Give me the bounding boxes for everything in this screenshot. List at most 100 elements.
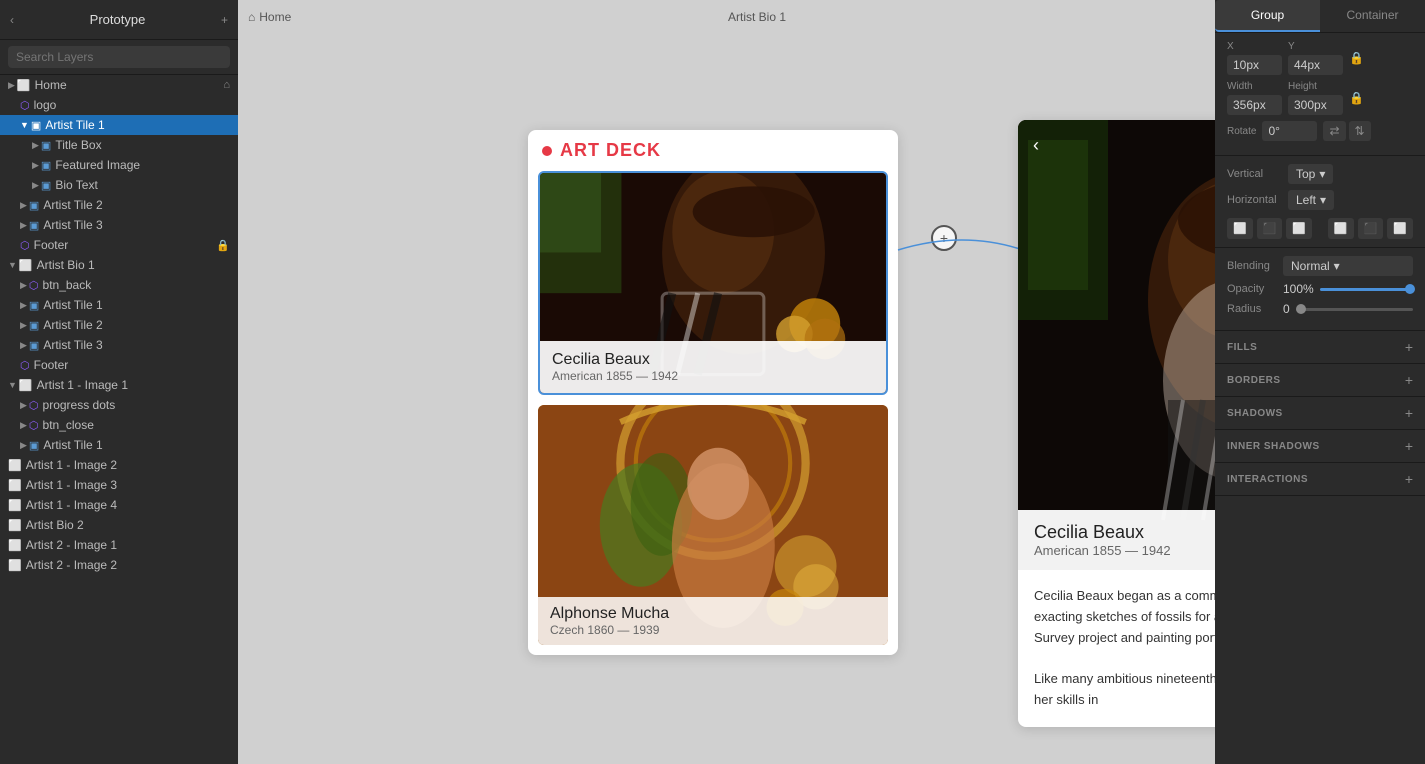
lock-xy-icon[interactable]: 🔒 (1349, 51, 1364, 65)
layer-item-featured-image[interactable]: ▶ ▣ Featured Image (0, 155, 238, 175)
lock-wh-icon[interactable]: 🔒 (1349, 91, 1364, 105)
blending-dropdown[interactable]: Normal ▾ (1283, 256, 1413, 276)
search-input[interactable] (8, 46, 230, 68)
align-bottom-button[interactable]: ⬜ (1387, 218, 1413, 239)
radius-label: Radius (1227, 303, 1277, 315)
add-fill-button[interactable]: + (1405, 339, 1413, 355)
tab-group[interactable]: Group (1215, 0, 1320, 32)
flip-vertical-button[interactable]: ⇅ (1349, 121, 1371, 141)
layer-item-btn-back[interactable]: ▶ ⬡ btn_back (0, 275, 238, 295)
layer-item-bio-text[interactable]: ▶ ▣ Bio Text (0, 175, 238, 195)
layer-item-btn-close[interactable]: ▶ ⬡ btn_close (0, 415, 238, 435)
rotate-input[interactable] (1262, 121, 1317, 141)
horizontal-value: Left (1296, 193, 1316, 207)
layer-label: Artist Bio 2 (26, 518, 84, 532)
art-deck-header: ART DECK (528, 130, 898, 171)
chevron-right-icon: ▶ (20, 200, 27, 211)
layer-item-logo[interactable]: ⬡ logo (0, 95, 238, 115)
chevron-down-icon: ▼ (20, 120, 29, 130)
layer-item-artist-tile-1c[interactable]: ▶ ▣ Artist Tile 1 (0, 435, 238, 455)
artist-card-2[interactable]: Alphonse Mucha Czech 1860 — 1939 (538, 405, 888, 645)
radius-value: 0 (1283, 302, 1290, 316)
layer-item-title-box[interactable]: ▶ ▣ Title Box (0, 135, 238, 155)
width-input[interactable] (1227, 95, 1282, 115)
layer-item-artist-tile-2b[interactable]: ▶ ▣ Artist Tile 2 (0, 315, 238, 335)
x-input[interactable] (1227, 55, 1282, 75)
back-button[interactable]: ‹ (1033, 135, 1039, 156)
add-border-button[interactable]: + (1405, 372, 1413, 388)
layer-item-home[interactable]: ▶ ⬜ Home ⌂ (0, 75, 238, 95)
radius-slider[interactable] (1296, 308, 1413, 311)
opacity-thumb (1405, 284, 1415, 294)
layer-item-artist-1-image-3[interactable]: ⬜ Artist 1 - Image 3 (0, 475, 238, 495)
layer-label: logo (34, 98, 57, 112)
align-center-h-button[interactable]: ⬛ (1257, 218, 1283, 239)
bio-paragraph-1: Cecilia Beaux began as a commercial arti… (1034, 586, 1215, 648)
breadcrumb-home: ⌂ Home (248, 10, 291, 24)
layer-label: Artist Tile 1 (43, 438, 102, 452)
opacity-slider[interactable] (1320, 288, 1413, 291)
breadcrumb-bio: Artist Bio 1 (728, 10, 786, 24)
layer-label: progress dots (43, 398, 116, 412)
artist-info-2: Czech 1860 — 1939 (550, 623, 876, 637)
layer-label: Artist Tile 1 (45, 118, 104, 132)
add-inner-shadow-button[interactable]: + (1405, 438, 1413, 454)
horizontal-dropdown[interactable]: Left ▾ (1288, 190, 1334, 210)
layer-item-artist-bio-2[interactable]: ⬜ Artist Bio 2 (0, 515, 238, 535)
artist-name-1: Cecilia Beaux (552, 351, 874, 369)
layer-item-artist-tile-3b[interactable]: ▶ ▣ Artist Tile 3 (0, 335, 238, 355)
add-page-icon[interactable]: + (221, 13, 228, 27)
layer-item-artist-tile-1b[interactable]: ▶ ▣ Artist Tile 1 (0, 295, 238, 315)
folder-icon: ▣ (41, 159, 51, 172)
layer-item-artist-1-image-2[interactable]: ⬜ Artist 1 - Image 2 (0, 455, 238, 475)
layer-item-artist-bio-1[interactable]: ▼ ⬜ Artist Bio 1 (0, 255, 238, 275)
bio-artist-name: Cecilia Beaux (1034, 522, 1215, 543)
y-input[interactable] (1288, 55, 1343, 75)
art-deck-title: ART DECK (560, 140, 661, 161)
layer-item-footer-bio[interactable]: ⬡ Footer (0, 355, 238, 375)
layer-item-footer-home[interactable]: ⬡ Footer 🔒 (0, 235, 238, 255)
align-center-v-button[interactable]: ⬛ (1358, 218, 1384, 239)
layer-label: Footer (34, 238, 69, 252)
layer-item-progress-dots[interactable]: ▶ ⬡ progress dots (0, 395, 238, 415)
red-dot (542, 146, 552, 156)
add-interaction-button[interactable]: + (1405, 471, 1413, 487)
vertical-label: Vertical (1227, 168, 1282, 180)
layer-item-artist-tile-3[interactable]: ▶ ▣ Artist Tile 3 (0, 215, 238, 235)
breadcrumb-label: Artist Bio 1 (728, 10, 786, 24)
layer-item-artist-2-image-1[interactable]: ⬜ Artist 2 - Image 1 (0, 535, 238, 555)
chevron-down-icon: ▼ (8, 260, 17, 270)
layer-label: Artist Tile 2 (43, 318, 102, 332)
layer-label: Bio Text (55, 178, 97, 192)
align-right-button[interactable]: ⬜ (1286, 218, 1312, 239)
vertical-dropdown[interactable]: Top ▾ (1288, 164, 1333, 184)
align-top-button[interactable]: ⬜ (1328, 218, 1354, 239)
page-icon: ⬜ (19, 259, 33, 272)
artist-card-1[interactable]: Cecilia Beaux American 1855 — 1942 (538, 171, 888, 395)
align-left-button[interactable]: ⬜ (1227, 218, 1253, 239)
shadows-label: SHADOWS (1227, 408, 1283, 419)
height-input[interactable] (1288, 95, 1343, 115)
page-icon: ⬜ (8, 479, 22, 492)
add-shadow-button[interactable]: + (1405, 405, 1413, 421)
chevron-right-icon: ▶ (20, 400, 27, 411)
page-icon: ⬜ (17, 79, 31, 92)
inner-shadows-section-header: INNER SHADOWS + (1215, 430, 1425, 463)
back-icon[interactable]: ‹ (10, 13, 14, 27)
layer-item-artist-2-image-2[interactable]: ⬜ Artist 2 - Image 2 (0, 555, 238, 575)
lock-icon: 🔒 (216, 239, 230, 252)
folder-icon: ▣ (41, 139, 51, 152)
layer-item-artist-tile-2[interactable]: ▶ ▣ Artist Tile 2 (0, 195, 238, 215)
rotate-label: Rotate (1227, 126, 1256, 137)
bio-paragraph-2: Like many ambitious nineteenth-century a… (1034, 669, 1215, 711)
artist-name-2: Alphonse Mucha (550, 605, 876, 623)
tab-container[interactable]: Container (1320, 0, 1425, 32)
page-icon: ⬜ (8, 459, 22, 472)
chevron-down-icon: ▼ (8, 380, 17, 390)
interactions-label: INTERACTIONS (1227, 474, 1308, 485)
layer-item-artist-1-image-1[interactable]: ▼ ⬜ Artist 1 - Image 1 (0, 375, 238, 395)
flip-horizontal-button[interactable]: ⇄ (1323, 121, 1345, 141)
bio-artist-info: American 1855 — 1942 (1034, 543, 1215, 558)
layer-item-artist-tile-1[interactable]: ▼ ▣ Artist Tile 1 (0, 115, 238, 135)
layer-item-artist-1-image-4[interactable]: ⬜ Artist 1 - Image 4 (0, 495, 238, 515)
